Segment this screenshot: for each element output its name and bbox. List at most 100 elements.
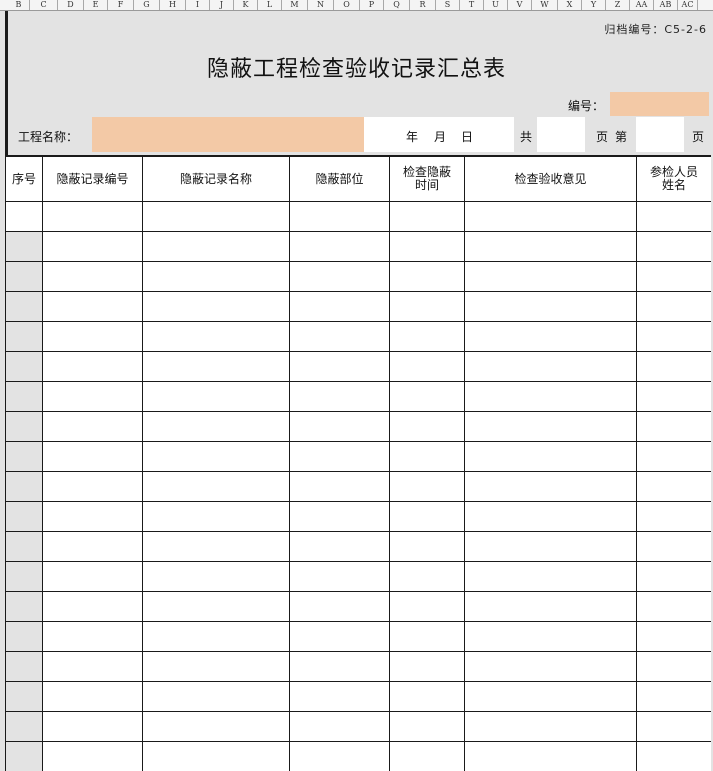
table-cell[interactable] — [636, 531, 711, 562]
column-header-h[interactable]: H — [160, 0, 186, 10]
page-number-field[interactable] — [636, 117, 684, 152]
table-cell[interactable] — [42, 531, 143, 562]
table-cell[interactable] — [42, 711, 143, 742]
column-header-l[interactable]: L — [258, 0, 282, 10]
table-cell[interactable] — [636, 291, 711, 322]
table-cell[interactable] — [289, 231, 390, 262]
table-cell[interactable] — [142, 711, 290, 742]
table-cell[interactable] — [289, 471, 390, 502]
column-header-u[interactable]: U — [484, 0, 508, 10]
table-cell[interactable] — [636, 621, 711, 652]
serial-cell[interactable] — [5, 291, 43, 322]
serial-cell[interactable] — [5, 681, 43, 712]
table-cell[interactable] — [142, 561, 290, 592]
table-cell[interactable] — [636, 411, 711, 442]
serial-cell[interactable] — [5, 651, 43, 682]
serial-cell[interactable] — [5, 381, 43, 412]
serial-cell[interactable] — [5, 201, 43, 232]
serial-cell[interactable] — [5, 531, 43, 562]
table-cell[interactable] — [464, 561, 637, 592]
serial-cell[interactable] — [5, 411, 43, 442]
table-cell[interactable] — [464, 231, 637, 262]
table-cell[interactable] — [42, 681, 143, 712]
column-header-f[interactable]: F — [108, 0, 134, 10]
table-cell[interactable] — [142, 201, 290, 232]
serial-cell[interactable] — [5, 741, 43, 771]
column-header-n[interactable]: N — [308, 0, 334, 10]
table-cell[interactable] — [142, 591, 290, 622]
table-cell[interactable] — [142, 291, 290, 322]
table-cell[interactable] — [636, 321, 711, 352]
table-cell[interactable] — [389, 291, 465, 322]
table-cell[interactable] — [464, 711, 637, 742]
table-cell[interactable] — [389, 351, 465, 382]
column-header-m[interactable]: M — [282, 0, 308, 10]
column-header-ab[interactable]: AB — [654, 0, 678, 10]
table-cell[interactable] — [42, 561, 143, 592]
total-pages-field[interactable] — [537, 117, 585, 152]
serial-cell[interactable] — [5, 561, 43, 592]
table-cell[interactable] — [142, 651, 290, 682]
column-header-p[interactable]: P — [360, 0, 384, 10]
table-cell[interactable] — [464, 621, 637, 652]
table-cell[interactable] — [389, 201, 465, 232]
column-header-ac[interactable]: AC — [678, 0, 698, 10]
table-cell[interactable] — [636, 201, 711, 232]
table-cell[interactable] — [389, 621, 465, 652]
table-cell[interactable] — [289, 201, 390, 232]
table-cell[interactable] — [42, 501, 143, 532]
table-cell[interactable] — [389, 501, 465, 532]
column-header-s[interactable]: S — [436, 0, 460, 10]
table-cell[interactable] — [389, 381, 465, 412]
table-cell[interactable] — [289, 261, 390, 292]
table-cell[interactable] — [636, 681, 711, 712]
table-cell[interactable] — [464, 351, 637, 382]
table-cell[interactable] — [636, 711, 711, 742]
table-cell[interactable] — [142, 471, 290, 502]
table-cell[interactable] — [464, 531, 637, 562]
table-cell[interactable] — [289, 651, 390, 682]
serial-cell[interactable] — [5, 261, 43, 292]
table-cell[interactable] — [42, 261, 143, 292]
table-cell[interactable] — [389, 471, 465, 502]
table-cell[interactable] — [636, 471, 711, 502]
table-cell[interactable] — [289, 411, 390, 442]
table-cell[interactable] — [464, 501, 637, 532]
table-cell[interactable] — [464, 681, 637, 712]
column-header-b[interactable]: B — [8, 0, 30, 10]
table-cell[interactable] — [289, 291, 390, 322]
table-cell[interactable] — [389, 591, 465, 622]
table-cell[interactable] — [464, 261, 637, 292]
table-cell[interactable] — [42, 231, 143, 262]
table-cell[interactable] — [142, 531, 290, 562]
table-cell[interactable] — [289, 531, 390, 562]
table-cell[interactable] — [389, 561, 465, 592]
table-cell[interactable] — [389, 681, 465, 712]
table-cell[interactable] — [42, 651, 143, 682]
table-cell[interactable] — [289, 351, 390, 382]
table-cell[interactable] — [142, 441, 290, 472]
table-cell[interactable] — [289, 441, 390, 472]
table-cell[interactable] — [42, 741, 143, 771]
table-cell[interactable] — [142, 411, 290, 442]
table-cell[interactable] — [142, 621, 290, 652]
column-header-o[interactable]: O — [334, 0, 360, 10]
table-cell[interactable] — [289, 321, 390, 352]
serial-cell[interactable] — [5, 711, 43, 742]
column-header-z[interactable]: Z — [606, 0, 630, 10]
table-cell[interactable] — [389, 741, 465, 771]
column-header-aa[interactable]: AA — [630, 0, 654, 10]
table-cell[interactable] — [42, 411, 143, 442]
table-cell[interactable] — [289, 381, 390, 412]
table-cell[interactable] — [389, 441, 465, 472]
table-cell[interactable] — [289, 621, 390, 652]
table-cell[interactable] — [42, 441, 143, 472]
table-cell[interactable] — [42, 321, 143, 352]
column-header-x[interactable]: X — [558, 0, 582, 10]
table-cell[interactable] — [42, 471, 143, 502]
serial-cell[interactable] — [5, 441, 43, 472]
table-cell[interactable] — [142, 321, 290, 352]
table-cell[interactable] — [636, 261, 711, 292]
table-cell[interactable] — [142, 261, 290, 292]
column-header-k[interactable]: K — [234, 0, 258, 10]
